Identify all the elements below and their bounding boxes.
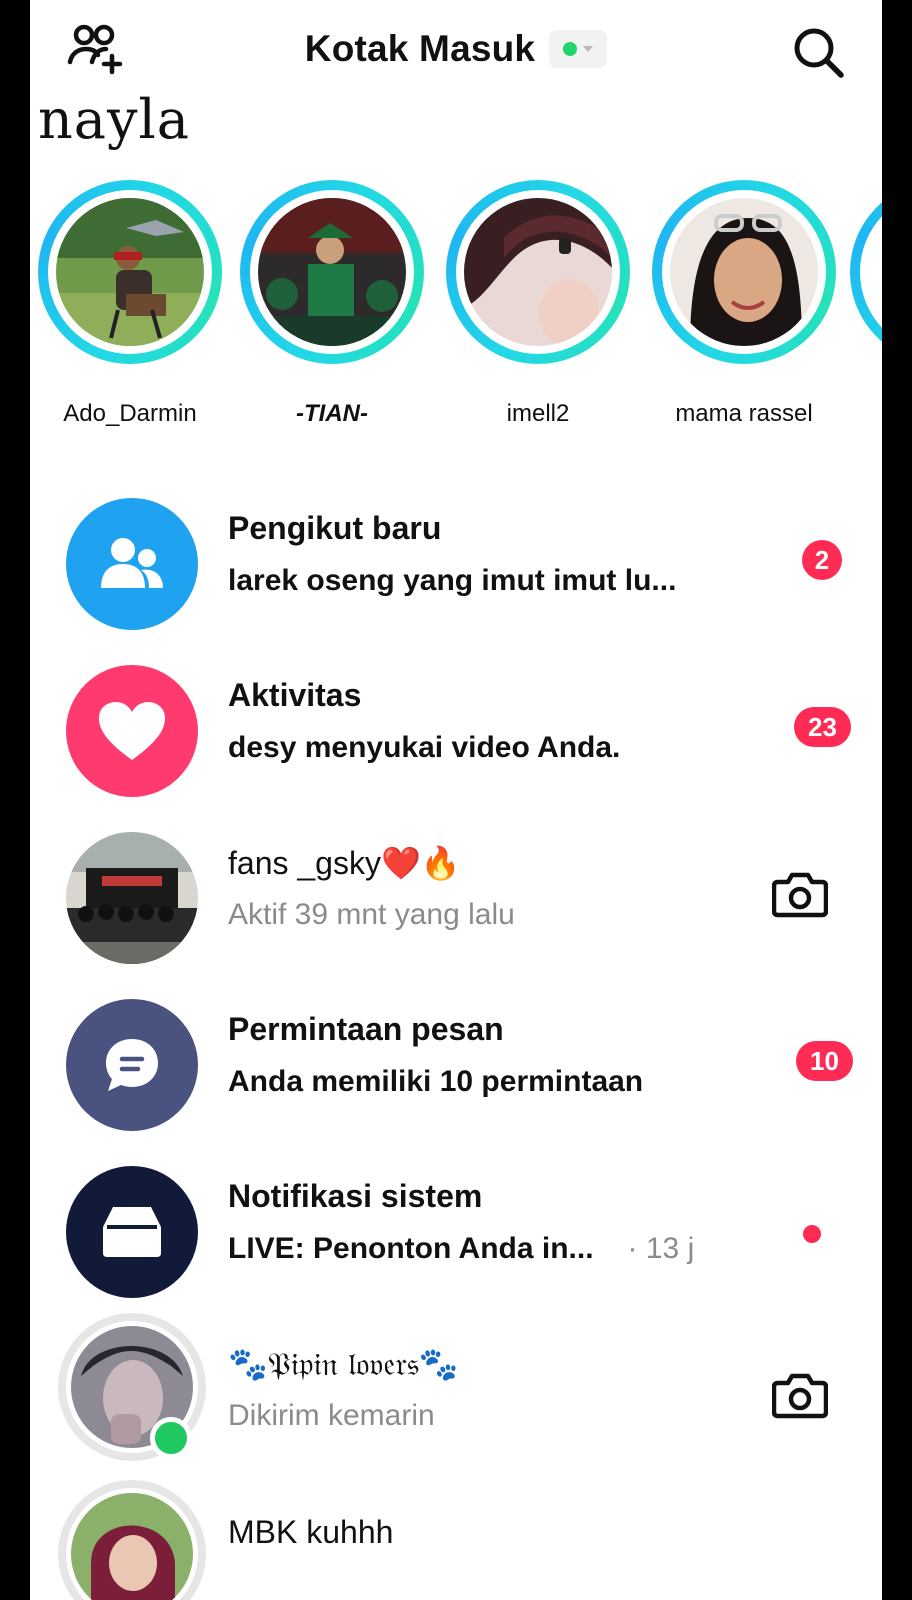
story-ring bbox=[446, 180, 630, 364]
inbox-row-message-requests[interactable]: Permintaan pesan Anda memiliki 10 permin… bbox=[30, 989, 882, 1139]
avatar bbox=[258, 198, 406, 346]
chat-icon bbox=[66, 999, 198, 1131]
story-name: imell2 bbox=[506, 400, 570, 427]
chevron-down-icon bbox=[583, 46, 594, 52]
inbox-row-pipin-lovers[interactable]: 🐾𝔓𝔦𝔭𝔦𝔫 𝔩𝔬𝔳𝔢𝔯𝔰🐾 Dikirim kemarin bbox=[30, 1313, 882, 1473]
unread-dot bbox=[803, 1225, 821, 1243]
unread-badge: 23 bbox=[794, 707, 851, 747]
row-title: Permintaan pesan bbox=[228, 1011, 504, 1047]
story-ring bbox=[38, 180, 222, 364]
inbox-row-new-followers[interactable]: Pengikut baru larek oseng yang imut imut… bbox=[30, 488, 882, 638]
story-item[interactable]: imell2 bbox=[438, 180, 638, 428]
row-subtitle: Aktif 39 mnt yang lalu bbox=[228, 898, 515, 931]
row-title: Pengikut baru bbox=[228, 510, 442, 546]
story-item[interactable]: mama rassel bbox=[644, 180, 844, 428]
row-subtitle: Anda memiliki 10 permintaan bbox=[228, 1065, 644, 1098]
avatar-ring bbox=[58, 1480, 206, 1600]
row-title: MBK kuhhh bbox=[228, 1514, 394, 1550]
story-ring bbox=[240, 180, 424, 364]
search-icon[interactable] bbox=[790, 24, 846, 80]
row-title: Notifikasi sistem bbox=[228, 1178, 483, 1214]
story-name: Ado_Darmin bbox=[63, 400, 197, 427]
online-status-toggle[interactable] bbox=[549, 30, 608, 68]
unread-badge: 2 bbox=[802, 540, 842, 580]
page-title: Kotak Masuk bbox=[304, 28, 536, 69]
avatar bbox=[66, 832, 198, 964]
heart-icon bbox=[66, 665, 198, 797]
row-subtitle-text: LIVE: Penonton Anda in... bbox=[228, 1232, 594, 1265]
avatar bbox=[464, 198, 612, 346]
camera-icon[interactable] bbox=[772, 870, 828, 918]
row-title: 🐾𝔓𝔦𝔭𝔦𝔫 𝔩𝔬𝔳𝔢𝔯𝔰🐾 bbox=[228, 1345, 459, 1383]
story-item-partial[interactable] bbox=[850, 180, 882, 364]
users-icon bbox=[66, 498, 198, 630]
row-title: fans _gsky❤️🔥 bbox=[228, 845, 461, 881]
story-item[interactable]: Ado_Darmin bbox=[30, 180, 230, 428]
unread-badge: 10 bbox=[796, 1041, 853, 1081]
story-item[interactable]: -TIAN- bbox=[232, 180, 432, 428]
header: Kotak Masuk bbox=[30, 26, 882, 72]
stories-row: Ado_Darmin -TIAN- imell2 mama rassel bbox=[30, 180, 882, 430]
avatar bbox=[56, 198, 204, 346]
story-name: mama rassel bbox=[675, 400, 813, 427]
online-status-dot bbox=[563, 42, 578, 56]
row-subtitle: larek oseng yang imut imut lu... bbox=[228, 564, 677, 597]
user-name: nayla bbox=[38, 88, 190, 151]
row-subtitle: desy menyukai video Anda. bbox=[228, 731, 621, 764]
inbox-icon bbox=[66, 1166, 198, 1298]
avatar bbox=[71, 1493, 193, 1600]
avatar bbox=[670, 198, 818, 346]
row-subtitle: Dikirim kemarin bbox=[228, 1399, 435, 1432]
row-subtitle: LIVE: Penonton Anda in... · 13 j bbox=[228, 1232, 694, 1266]
camera-icon[interactable] bbox=[772, 1371, 828, 1419]
timestamp: · 13 j bbox=[627, 1232, 695, 1265]
story-ring bbox=[850, 180, 882, 364]
inbox-screen: Kotak Masuk nayla Ado_Darmin -TIAN- imel… bbox=[30, 0, 882, 1600]
story-ring bbox=[652, 180, 836, 364]
inbox-row-activity[interactable]: Aktivitas desy menyukai video Anda. 23 bbox=[30, 655, 882, 805]
inbox-row-mbk-kuhhh[interactable]: MBK kuhhh bbox=[30, 1480, 882, 1600]
online-indicator bbox=[150, 1417, 192, 1459]
story-name: -TIAN- bbox=[296, 400, 368, 427]
inbox-row-system-notifications[interactable]: Notifikasi sistem LIVE: Penonton Anda in… bbox=[30, 1156, 882, 1306]
inbox-row-fans-gsky[interactable]: fans _gsky❤️🔥 Aktif 39 mnt yang lalu bbox=[30, 822, 882, 972]
row-title: Aktivitas bbox=[228, 677, 362, 713]
